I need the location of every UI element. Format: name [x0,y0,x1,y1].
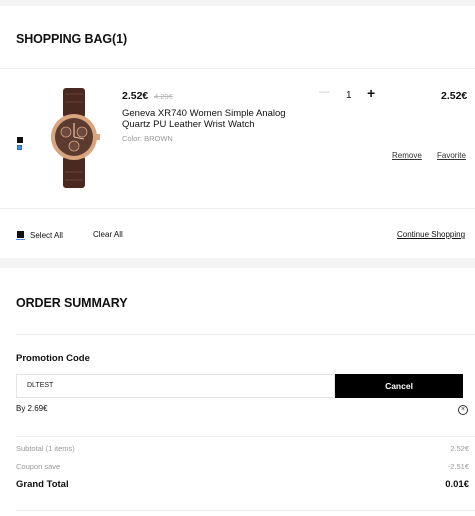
order-summary-card: ORDER SUMMARY Promotion Code DLTEST Canc… [0,268,475,516]
grand-total-label: Grand Total [16,479,69,490]
coupon-save-label: Coupon save [16,462,61,471]
watch-strap-top [63,88,85,118]
select-all-label[interactable]: Select All [30,231,63,240]
subtotal-label: Subtotal (1 items) [16,444,75,453]
quantity-minus-button[interactable]: — [319,86,330,98]
item-select-indicator[interactable] [17,145,22,150]
promo-code-input[interactable]: DLTEST [16,374,335,398]
item-original-price: 4.29€ [154,92,173,101]
quantity-plus-button[interactable]: + [367,86,375,100]
grand-total-value: 0.01€ [445,479,469,490]
divider [16,436,475,437]
subtotal-value: 2.52€ [450,444,469,453]
promotion-code-title: Promotion Code [16,353,90,364]
divider [0,68,475,69]
item-name[interactable]: Geneva XR740 Women Simple Analog Quartz … [122,108,292,130]
cancel-promo-button[interactable]: Cancel [335,374,463,398]
divider [0,208,475,209]
coupon-save-value: -2.51€ [447,462,469,471]
select-all-checkbox[interactable] [17,231,24,238]
quantity-value[interactable]: 1 [346,90,352,101]
favorite-link[interactable]: Favorite [437,151,466,160]
promo-saving-text: By 2.69€ [16,404,48,413]
divider [16,334,475,335]
shopping-bag-card: SHOPPING BAG(1) 2.52€ 4.29€ Geneva XR740… [0,6,475,258]
item-total: 2.52€ [441,90,468,102]
continue-shopping-link[interactable]: Continue Shopping [397,230,465,239]
item-checkbox[interactable] [17,137,23,143]
remove-link[interactable]: Remove [392,151,422,160]
remove-promo-icon[interactable]: × [458,405,468,415]
order-summary-title: ORDER SUMMARY [16,296,128,310]
item-color: Color: BROWN [122,134,173,143]
product-image[interactable] [44,86,104,190]
divider [16,510,475,511]
clear-all-button[interactable]: Clear All [93,230,123,239]
shopping-bag-title: SHOPPING BAG(1) [16,32,128,46]
item-price: 2.52€ [122,90,149,102]
